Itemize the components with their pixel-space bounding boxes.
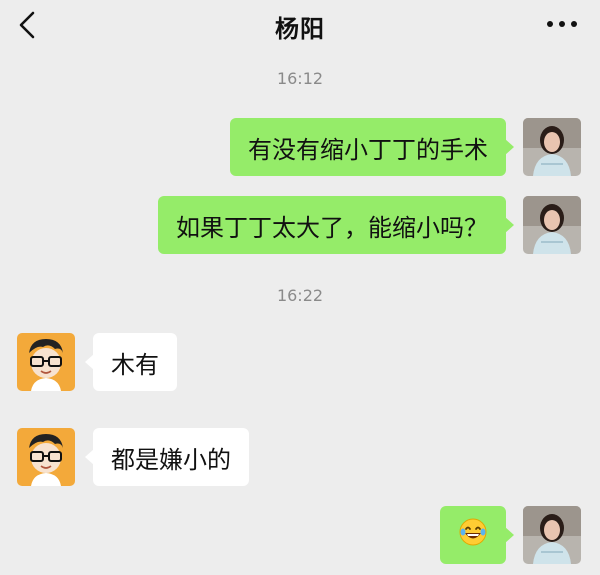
chat-title: 杨阳 bbox=[275, 15, 325, 43]
timestamp: 16:12 bbox=[276, 69, 324, 88]
chat-header: 杨阳 bbox=[0, 0, 600, 52]
more-dots-icon[interactable] bbox=[544, 16, 580, 32]
woman-avatar[interactable] bbox=[523, 506, 581, 564]
message-bubble-incoming[interactable]: 木有 bbox=[85, 333, 177, 391]
message-text: 如果丁丁太大了，能缩小吗？ bbox=[176, 213, 488, 242]
bubble-tail bbox=[85, 354, 94, 370]
message-bubble-outgoing[interactable]: 如果丁丁太大了，能缩小吗？ bbox=[158, 196, 514, 254]
cartoon-boy-avatar[interactable] bbox=[17, 428, 75, 486]
bubble-tail bbox=[85, 449, 94, 465]
message-text: 都是嫌小的 bbox=[111, 445, 231, 474]
woman-avatar[interactable] bbox=[523, 196, 581, 254]
bubble-tail bbox=[505, 217, 514, 233]
cartoon-boy-avatar[interactable] bbox=[17, 333, 75, 391]
message-bubble-incoming[interactable]: 都是嫌小的 bbox=[85, 428, 249, 486]
tears-of-joy-emoji-icon bbox=[458, 517, 488, 553]
bubble-tail bbox=[505, 139, 514, 155]
woman-avatar[interactable] bbox=[523, 118, 581, 176]
message-bubble-outgoing[interactable]: 有没有缩小丁丁的手术 bbox=[230, 118, 514, 176]
message-text: 木有 bbox=[111, 350, 159, 379]
message-bubble-outgoing[interactable] bbox=[440, 506, 514, 564]
bubble-tail bbox=[505, 527, 514, 543]
message-text: 有没有缩小丁丁的手术 bbox=[248, 135, 488, 164]
chat-screen: 杨阳 16:12 有没有缩小丁丁的手术 如果丁丁太大了，能缩小吗？ 16:22 … bbox=[0, 0, 600, 575]
timestamp: 16:22 bbox=[276, 286, 324, 305]
